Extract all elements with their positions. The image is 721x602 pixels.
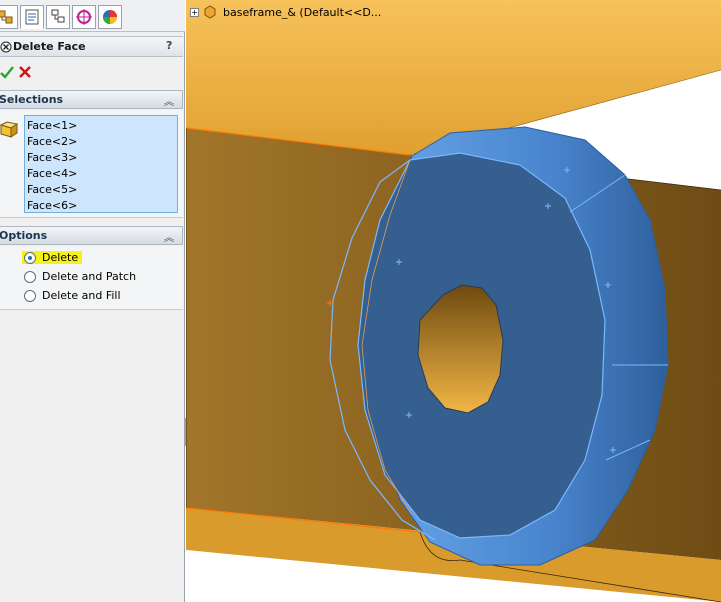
list-item[interactable]: Face<6>	[27, 198, 177, 214]
selected-faces-list[interactable]: Face<1> Face<2> Face<3> Face<4> Face<5> …	[24, 115, 178, 213]
radio-delete[interactable]	[24, 251, 36, 264]
dimxpert-icon	[76, 9, 92, 25]
configuration-manager-icon	[51, 9, 65, 23]
cancel-x-icon[interactable]	[18, 65, 32, 79]
manager-tab-bar	[0, 0, 185, 32]
tree-node-label: baseframe_& (Default<<D...	[223, 5, 382, 19]
option-label: Delete and Fill	[42, 289, 121, 302]
tab-property-manager[interactable]	[20, 5, 44, 29]
list-item[interactable]: Face<1>	[27, 118, 177, 134]
delete-face-icon	[0, 41, 12, 53]
list-item[interactable]: Face<2>	[27, 134, 177, 150]
tab-configuration-manager[interactable]	[46, 5, 70, 29]
list-item[interactable]: Face<5>	[27, 182, 177, 198]
options-title: Options	[0, 229, 48, 242]
feature-manager-icon	[0, 10, 13, 24]
collapse-icon[interactable]: ︽	[164, 93, 174, 108]
property-manager-header: Delete Face ?	[0, 36, 183, 57]
ok-check-icon[interactable]	[0, 65, 14, 79]
selections-title: Selections	[0, 93, 64, 106]
radio-delete-and-patch[interactable]	[24, 270, 36, 283]
expand-icon[interactable]: +	[190, 7, 199, 17]
property-manager-icon	[25, 9, 39, 25]
property-manager-title: Delete Face	[13, 40, 86, 53]
property-manager-panel: Delete Face ? Selections ︽ Face<1> Face<…	[0, 0, 185, 602]
option-delete-and-fill[interactable]: Delete and Fill	[24, 287, 121, 304]
face-selection-icon	[0, 121, 18, 138]
help-button[interactable]: ?	[166, 39, 172, 52]
body-top-face[interactable]	[186, 0, 721, 155]
options-group-header[interactable]: Options ︽	[0, 226, 183, 245]
option-label: Delete and Patch	[42, 270, 137, 283]
feature-tree-node[interactable]: + baseframe_& (Default<<D...	[190, 4, 381, 20]
collapse-icon[interactable]: ︽	[164, 229, 174, 244]
graphics-viewport[interactable]	[186, 0, 721, 602]
tab-display-manager[interactable]	[98, 5, 122, 29]
option-delete-and-patch[interactable]: Delete and Patch	[24, 268, 136, 285]
display-manager-icon	[103, 10, 117, 24]
selections-group-header[interactable]: Selections ︽	[0, 90, 183, 109]
tab-feature-manager[interactable]	[0, 5, 18, 29]
tab-dimxpert[interactable]	[72, 5, 96, 29]
ok-cancel-row	[0, 62, 183, 82]
part-icon	[204, 5, 216, 19]
list-item[interactable]: Face<4>	[27, 166, 177, 182]
radio-delete-and-fill[interactable]	[24, 289, 36, 302]
highlight-marker: Delete	[22, 251, 83, 264]
list-item[interactable]: Face<3>	[27, 150, 177, 166]
option-label: Delete	[42, 251, 79, 264]
option-delete[interactable]: Delete	[22, 249, 83, 266]
